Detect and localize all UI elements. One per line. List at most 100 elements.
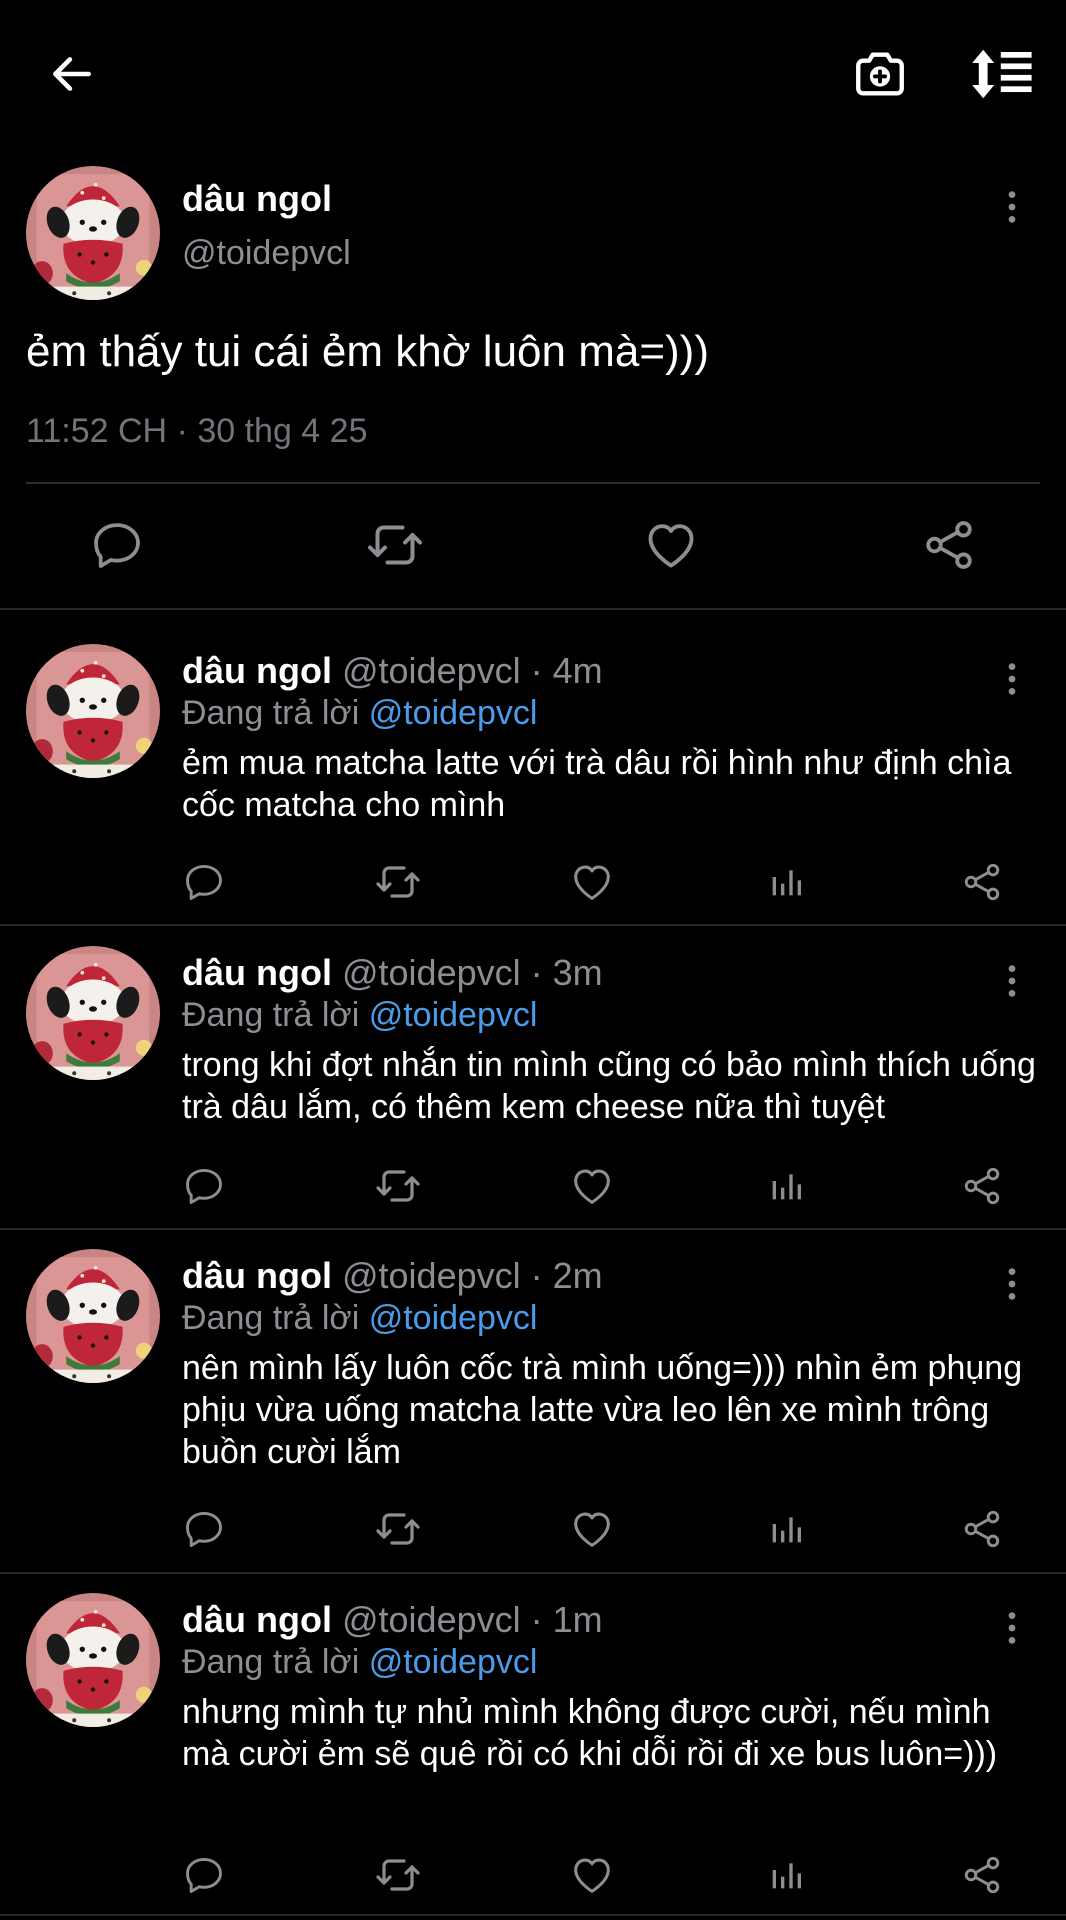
heart-icon xyxy=(642,516,700,574)
heart-icon xyxy=(569,859,615,905)
heart-icon xyxy=(569,1852,615,1898)
camera-button[interactable] xyxy=(846,40,914,108)
like-button[interactable] xyxy=(636,510,706,580)
reply-tweet[interactable]: dâu ngol @toidepvcl · 2m Đang trả lời @t… xyxy=(0,1215,1066,1571)
replying-to-label: Đang trả lời xyxy=(182,1643,369,1681)
more-options-button[interactable] xyxy=(992,182,1032,232)
share-button[interactable] xyxy=(914,510,984,580)
retweet-button[interactable] xyxy=(360,510,430,580)
reply-button[interactable] xyxy=(176,1847,232,1903)
stats-icon xyxy=(766,1855,806,1895)
avatar[interactable] xyxy=(26,1593,160,1727)
share-button[interactable] xyxy=(954,1847,1010,1903)
reply-button[interactable] xyxy=(176,1501,232,1557)
reply-header: dâu ngol @toidepvcl · 3m xyxy=(182,952,603,994)
mention-link[interactable]: @toidepvcl xyxy=(369,694,538,732)
more-vertical-icon xyxy=(1007,1266,1017,1302)
retweet-icon xyxy=(374,1851,422,1899)
reply-button[interactable] xyxy=(82,510,152,580)
replying-to: Đang trả lời @toidepvcl xyxy=(182,1643,537,1682)
reply-icon xyxy=(182,1164,226,1208)
more-options-button[interactable] xyxy=(992,1259,1032,1309)
tweet-text: ẻm thấy tui cái ẻm khờ luôn mà=))) xyxy=(26,327,709,376)
reply-tweet[interactable]: dâu ngol @toidepvcl · 3m Đang trả lời @t… xyxy=(0,912,1066,1226)
views-button[interactable] xyxy=(758,854,814,910)
more-options-button[interactable] xyxy=(992,1603,1032,1653)
reply-text: nên mình lấy luôn cốc trà mình uống=))) … xyxy=(182,1349,1023,1471)
arrow-left-icon xyxy=(53,57,91,91)
author-name[interactable]: dâu ngol xyxy=(182,952,332,993)
more-options-button[interactable] xyxy=(992,956,1032,1006)
reply-actions xyxy=(0,1158,1066,1214)
divider xyxy=(0,1914,1066,1916)
views-button[interactable] xyxy=(758,1158,814,1214)
like-button[interactable] xyxy=(564,854,620,910)
reply-tweet[interactable]: dâu ngol @toidepvcl · 4m Đang trả lời @t… xyxy=(0,610,1066,924)
more-vertical-icon xyxy=(1007,661,1017,697)
author-handle[interactable]: @toidepvcl xyxy=(182,234,351,273)
avatar-image xyxy=(26,1249,160,1383)
reply-actions xyxy=(0,1501,1066,1557)
divider xyxy=(26,482,1040,484)
reply-icon xyxy=(89,517,145,573)
avatar[interactable] xyxy=(26,166,160,300)
replying-to-label: Đang trả lời xyxy=(182,1299,369,1337)
retweet-icon xyxy=(374,1162,422,1210)
reply-header: dâu ngol @toidepvcl · 4m xyxy=(182,650,603,692)
reply-icon xyxy=(182,1507,226,1551)
reply-icon xyxy=(182,1853,226,1897)
replying-to-label: Đang trả lời xyxy=(182,694,369,732)
reply-tweet[interactable]: dâu ngol @toidepvcl · 1m Đang trả lời @t… xyxy=(0,1559,1066,1920)
like-button[interactable] xyxy=(564,1158,620,1214)
mention-link[interactable]: @toidepvcl xyxy=(369,1643,538,1681)
share-icon xyxy=(960,1507,1004,1551)
share-icon xyxy=(920,516,978,574)
retweet-button[interactable] xyxy=(370,1847,426,1903)
author-name[interactable]: dâu ngol xyxy=(182,1599,332,1640)
like-button[interactable] xyxy=(564,1501,620,1557)
more-vertical-icon xyxy=(1007,963,1017,999)
author-meta: @toidepvcl · 2m xyxy=(331,1255,603,1296)
more-vertical-icon xyxy=(1007,1610,1017,1646)
share-icon xyxy=(960,860,1004,904)
main-tweet: dâu ngol @toidepvcl ẻm thấy tui cái ẻm k… xyxy=(0,160,1066,610)
retweet-button[interactable] xyxy=(370,1501,426,1557)
avatar[interactable] xyxy=(26,1249,160,1383)
back-button[interactable] xyxy=(40,42,104,106)
author-name[interactable]: dâu ngol xyxy=(182,650,332,691)
more-options-button[interactable] xyxy=(992,654,1032,704)
retweet-button[interactable] xyxy=(370,1158,426,1214)
stats-icon xyxy=(766,862,806,902)
retweet-button[interactable] xyxy=(370,854,426,910)
camera-plus-icon xyxy=(856,52,904,96)
mention-link[interactable]: @toidepvcl xyxy=(369,1299,538,1337)
reply-text: trong khi đợt nhắn tin mình cũng có bảo … xyxy=(182,1046,1036,1126)
author-name[interactable]: dâu ngol xyxy=(182,178,332,220)
reply-header: dâu ngol @toidepvcl · 2m xyxy=(182,1255,603,1297)
like-button[interactable] xyxy=(564,1847,620,1903)
replying-to: Đang trả lời @toidepvcl xyxy=(182,694,537,733)
reply-button[interactable] xyxy=(176,854,232,910)
author-meta: @toidepvcl · 4m xyxy=(331,650,603,691)
mention-link[interactable]: @toidepvcl xyxy=(369,996,538,1034)
views-button[interactable] xyxy=(758,1501,814,1557)
author-meta: @toidepvcl · 1m xyxy=(331,1599,603,1640)
avatar[interactable] xyxy=(26,946,160,1080)
stats-icon xyxy=(766,1509,806,1549)
share-button[interactable] xyxy=(954,1501,1010,1557)
reply-actions xyxy=(0,854,1066,910)
sort-button[interactable] xyxy=(966,40,1040,108)
views-button[interactable] xyxy=(758,1847,814,1903)
more-vertical-icon xyxy=(1007,189,1017,225)
reply-button[interactable] xyxy=(176,1158,232,1214)
reply-icon xyxy=(182,860,226,904)
share-button[interactable] xyxy=(954,1158,1010,1214)
avatar[interactable] xyxy=(26,644,160,778)
share-button[interactable] xyxy=(954,854,1010,910)
author-name[interactable]: dâu ngol xyxy=(182,1255,332,1296)
share-icon xyxy=(960,1164,1004,1208)
author-meta: @toidepvcl · 3m xyxy=(331,952,603,993)
retweet-icon xyxy=(365,515,425,575)
avatar-image xyxy=(26,166,160,300)
stats-icon xyxy=(766,1166,806,1206)
